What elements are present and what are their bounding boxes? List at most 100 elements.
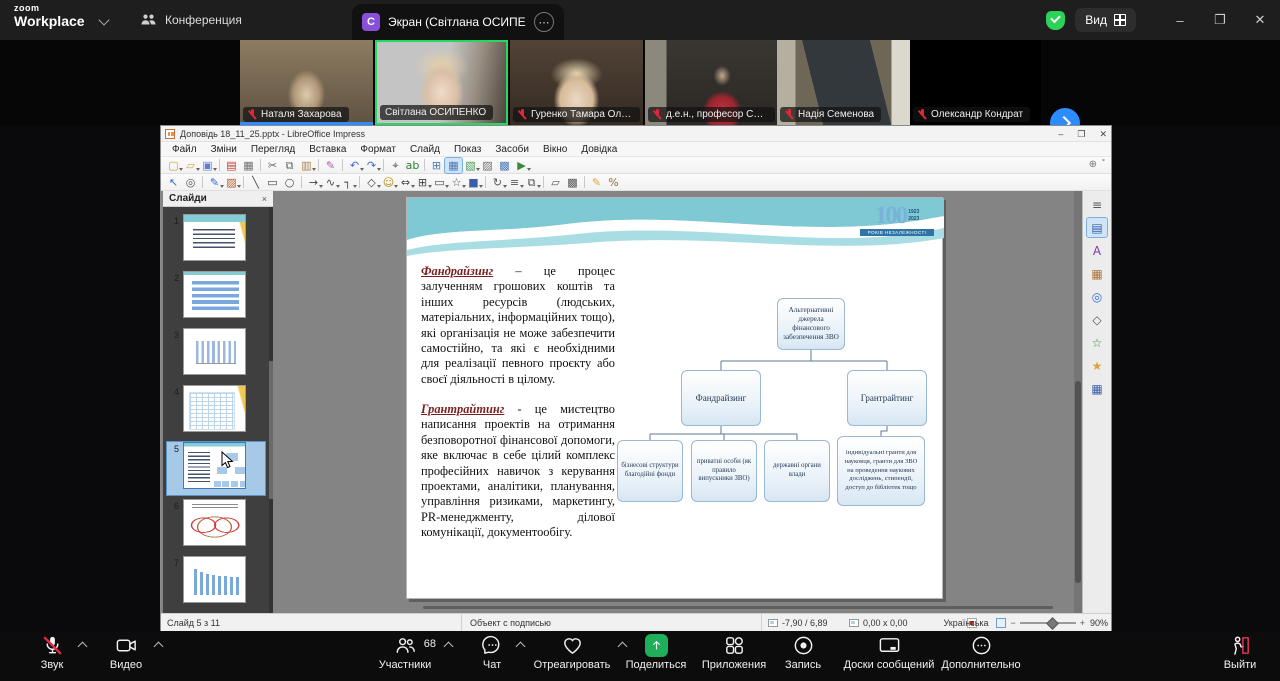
zoom-pan-icon[interactable]: ◎	[182, 175, 199, 190]
zoom-in-icon[interactable]: +	[1080, 618, 1085, 628]
slide-thumbnail-5-selected[interactable]: 5	[167, 442, 265, 495]
menu-tools[interactable]: Засоби	[488, 144, 536, 155]
select-icon[interactable]: ↖	[165, 175, 182, 190]
org-chart-leaf-business-box[interactable]: бізнесові структури благодійні фонди	[617, 440, 683, 502]
cut-icon[interactable]: ✂	[264, 158, 281, 173]
sidebar-master-slides-icon[interactable]: ▦	[1087, 379, 1107, 398]
apps-button[interactable]: Приложения	[692, 634, 776, 671]
reactions-button[interactable]: Отреагировать	[522, 634, 622, 671]
redo-icon[interactable]: ↷	[363, 158, 380, 173]
sidebar-styles-icon[interactable]: A	[1087, 241, 1107, 260]
sidebar-transition-icon[interactable]: ★	[1087, 356, 1107, 375]
more-button[interactable]: Дополнительно	[928, 634, 1034, 671]
menu-view[interactable]: Перегляд	[244, 144, 302, 155]
current-slide-canvas[interactable]: 100 1923 2023 РОКІВ НЕЗАЛЕЖНОСТІ Фандрай…	[406, 197, 943, 599]
video-options-chevron-icon[interactable]	[154, 642, 164, 652]
view-button[interactable]: Вид	[1075, 8, 1136, 32]
sidebar-properties-icon[interactable]: ▤	[1087, 218, 1107, 237]
dropdown-arrow-icon[interactable]	[537, 185, 541, 188]
arrange-icon[interactable]: ⧉	[523, 175, 540, 190]
impress-titlebar[interactable]: Доповідь 18_11_25.pptx - LibreOffice Imp…	[161, 126, 1111, 142]
open-icon[interactable]: ▱	[182, 158, 199, 173]
leave-meeting-button[interactable]: Выйти	[1208, 634, 1272, 671]
impress-close-button[interactable]: ✕	[1099, 129, 1107, 140]
org-chart-root-box[interactable]: Альтернативні джерела фінансового забезп…	[777, 298, 845, 350]
lines-arrows-icon[interactable]: →	[305, 175, 322, 190]
undo-icon[interactable]: ↶	[346, 158, 363, 173]
copy-icon[interactable]: ⧉	[281, 158, 298, 173]
zoom-slider[interactable]	[1020, 622, 1076, 624]
slide-thumbnail-1[interactable]: 1	[167, 214, 265, 267]
audio-options-chevron-icon[interactable]	[78, 642, 88, 652]
spelling-icon[interactable]: ab	[404, 158, 421, 173]
slide-thumbnail-7[interactable]: 7	[167, 556, 265, 609]
master-slide-icon[interactable]: ▨	[479, 158, 496, 173]
org-chart-grantwriting-box[interactable]: Грантрайтинг	[847, 370, 927, 426]
statusbar-zoom-value[interactable]: 90%	[1090, 614, 1108, 632]
clone-formatting-icon[interactable]: ✎	[322, 158, 339, 173]
audio-button[interactable]: Звук	[22, 634, 82, 671]
slide-thumbnail-6[interactable]: 6	[167, 499, 265, 552]
tab-more-icon[interactable]: ⋯	[534, 12, 554, 32]
toolbar-overflow[interactable]: ⊕˟	[1089, 159, 1106, 170]
sidebar-gallery-icon[interactable]: ▦	[1087, 264, 1107, 283]
3d-objects-icon[interactable]: ■	[465, 175, 482, 190]
impress-minimize-button[interactable]: –	[1058, 129, 1063, 139]
curve-icon[interactable]: ∿	[322, 175, 339, 190]
slides-panel-close-icon[interactable]: ×	[262, 194, 267, 204]
line-color-icon[interactable]: ✎	[206, 175, 223, 190]
slide-text-frame[interactable]: Фандрайзинг – це процес залученням грошо…	[421, 264, 615, 540]
rotate-icon[interactable]: ↻	[489, 175, 506, 190]
slide-thumbnail-2[interactable]: 2	[167, 271, 265, 324]
security-shield-icon[interactable]	[1046, 11, 1065, 30]
workspace-menu-chevron-icon[interactable]	[98, 14, 109, 25]
tab-screen-share[interactable]: C Экран (Світлана ОСИПЕНКО) ⋯	[352, 4, 564, 40]
dropdown-arrow-icon[interactable]	[213, 168, 217, 171]
export-pdf-icon[interactable]: ▤	[223, 158, 240, 173]
menu-format[interactable]: Формат	[353, 144, 403, 155]
connector-icon[interactable]: ┐	[339, 175, 356, 190]
start-slideshow-icon[interactable]: ▶	[513, 158, 530, 173]
zoom-out-icon[interactable]: −	[1010, 618, 1015, 628]
vertical-scrollbar[interactable]	[1074, 191, 1082, 613]
org-chart-leaf-private-box[interactable]: приватні особи (як правило випускники ЗВ…	[691, 440, 757, 502]
org-chart-fundraising-box[interactable]: Фандрайзинг	[681, 370, 761, 426]
duplicate-slide-icon[interactable]: ▩	[496, 158, 513, 173]
new-document-icon[interactable]: ▢	[165, 158, 182, 173]
menu-slide[interactable]: Слайд	[403, 144, 447, 155]
close-button[interactable]: ✕	[1240, 0, 1280, 40]
participant-tile-camera-off[interactable]: Олександр Кондрат	[910, 40, 1041, 125]
horizontal-scrollbar[interactable]	[423, 606, 1053, 609]
slide-thumbnail-3[interactable]: 3	[167, 328, 265, 381]
block-arrows-icon[interactable]: ⇔	[397, 175, 414, 190]
filter-icon[interactable]: ▩	[564, 175, 581, 190]
sidebar-menu-icon[interactable]: ≡	[1087, 195, 1107, 214]
edit-points-icon[interactable]: ✎	[588, 175, 605, 190]
menu-insert[interactable]: Вставка	[302, 144, 353, 155]
tab-meeting[interactable]: Конференция	[140, 8, 242, 32]
restore-button[interactable]: ❐	[1200, 0, 1240, 40]
menu-help[interactable]: Довідка	[574, 144, 624, 155]
minimize-button[interactable]: –	[1160, 0, 1200, 40]
table-icon[interactable]: ⊞	[428, 158, 445, 173]
dropdown-arrow-icon[interactable]	[353, 185, 357, 188]
participants-button[interactable]: 68 Участники	[362, 634, 448, 671]
sidebar-shapes-icon[interactable]: ◇	[1087, 310, 1107, 329]
dropdown-arrow-icon[interactable]	[377, 168, 381, 171]
dropdown-arrow-icon[interactable]	[237, 185, 241, 188]
ellipse-icon[interactable]: ○	[281, 175, 298, 190]
participant-tile[interactable]: Наталя Захарова	[240, 40, 373, 125]
dropdown-arrow-icon[interactable]	[312, 168, 316, 171]
menu-show[interactable]: Показ	[447, 144, 488, 155]
participant-tile[interactable]: Надія Семенова	[777, 40, 910, 125]
menu-file[interactable]: Файл	[165, 144, 204, 155]
fill-color-icon[interactable]: ▨	[223, 175, 240, 190]
glue-points-icon[interactable]: %	[605, 175, 622, 190]
dropdown-arrow-icon[interactable]	[527, 168, 531, 171]
print-icon[interactable]: ▦	[240, 158, 257, 173]
insert-image-icon[interactable]: ▧	[462, 158, 479, 173]
sidebar-animation-icon[interactable]: ☆	[1087, 333, 1107, 352]
stars-icon[interactable]: ☆	[448, 175, 465, 190]
menu-window[interactable]: Вікно	[536, 144, 574, 155]
rectangle-icon[interactable]: ▭	[264, 175, 281, 190]
